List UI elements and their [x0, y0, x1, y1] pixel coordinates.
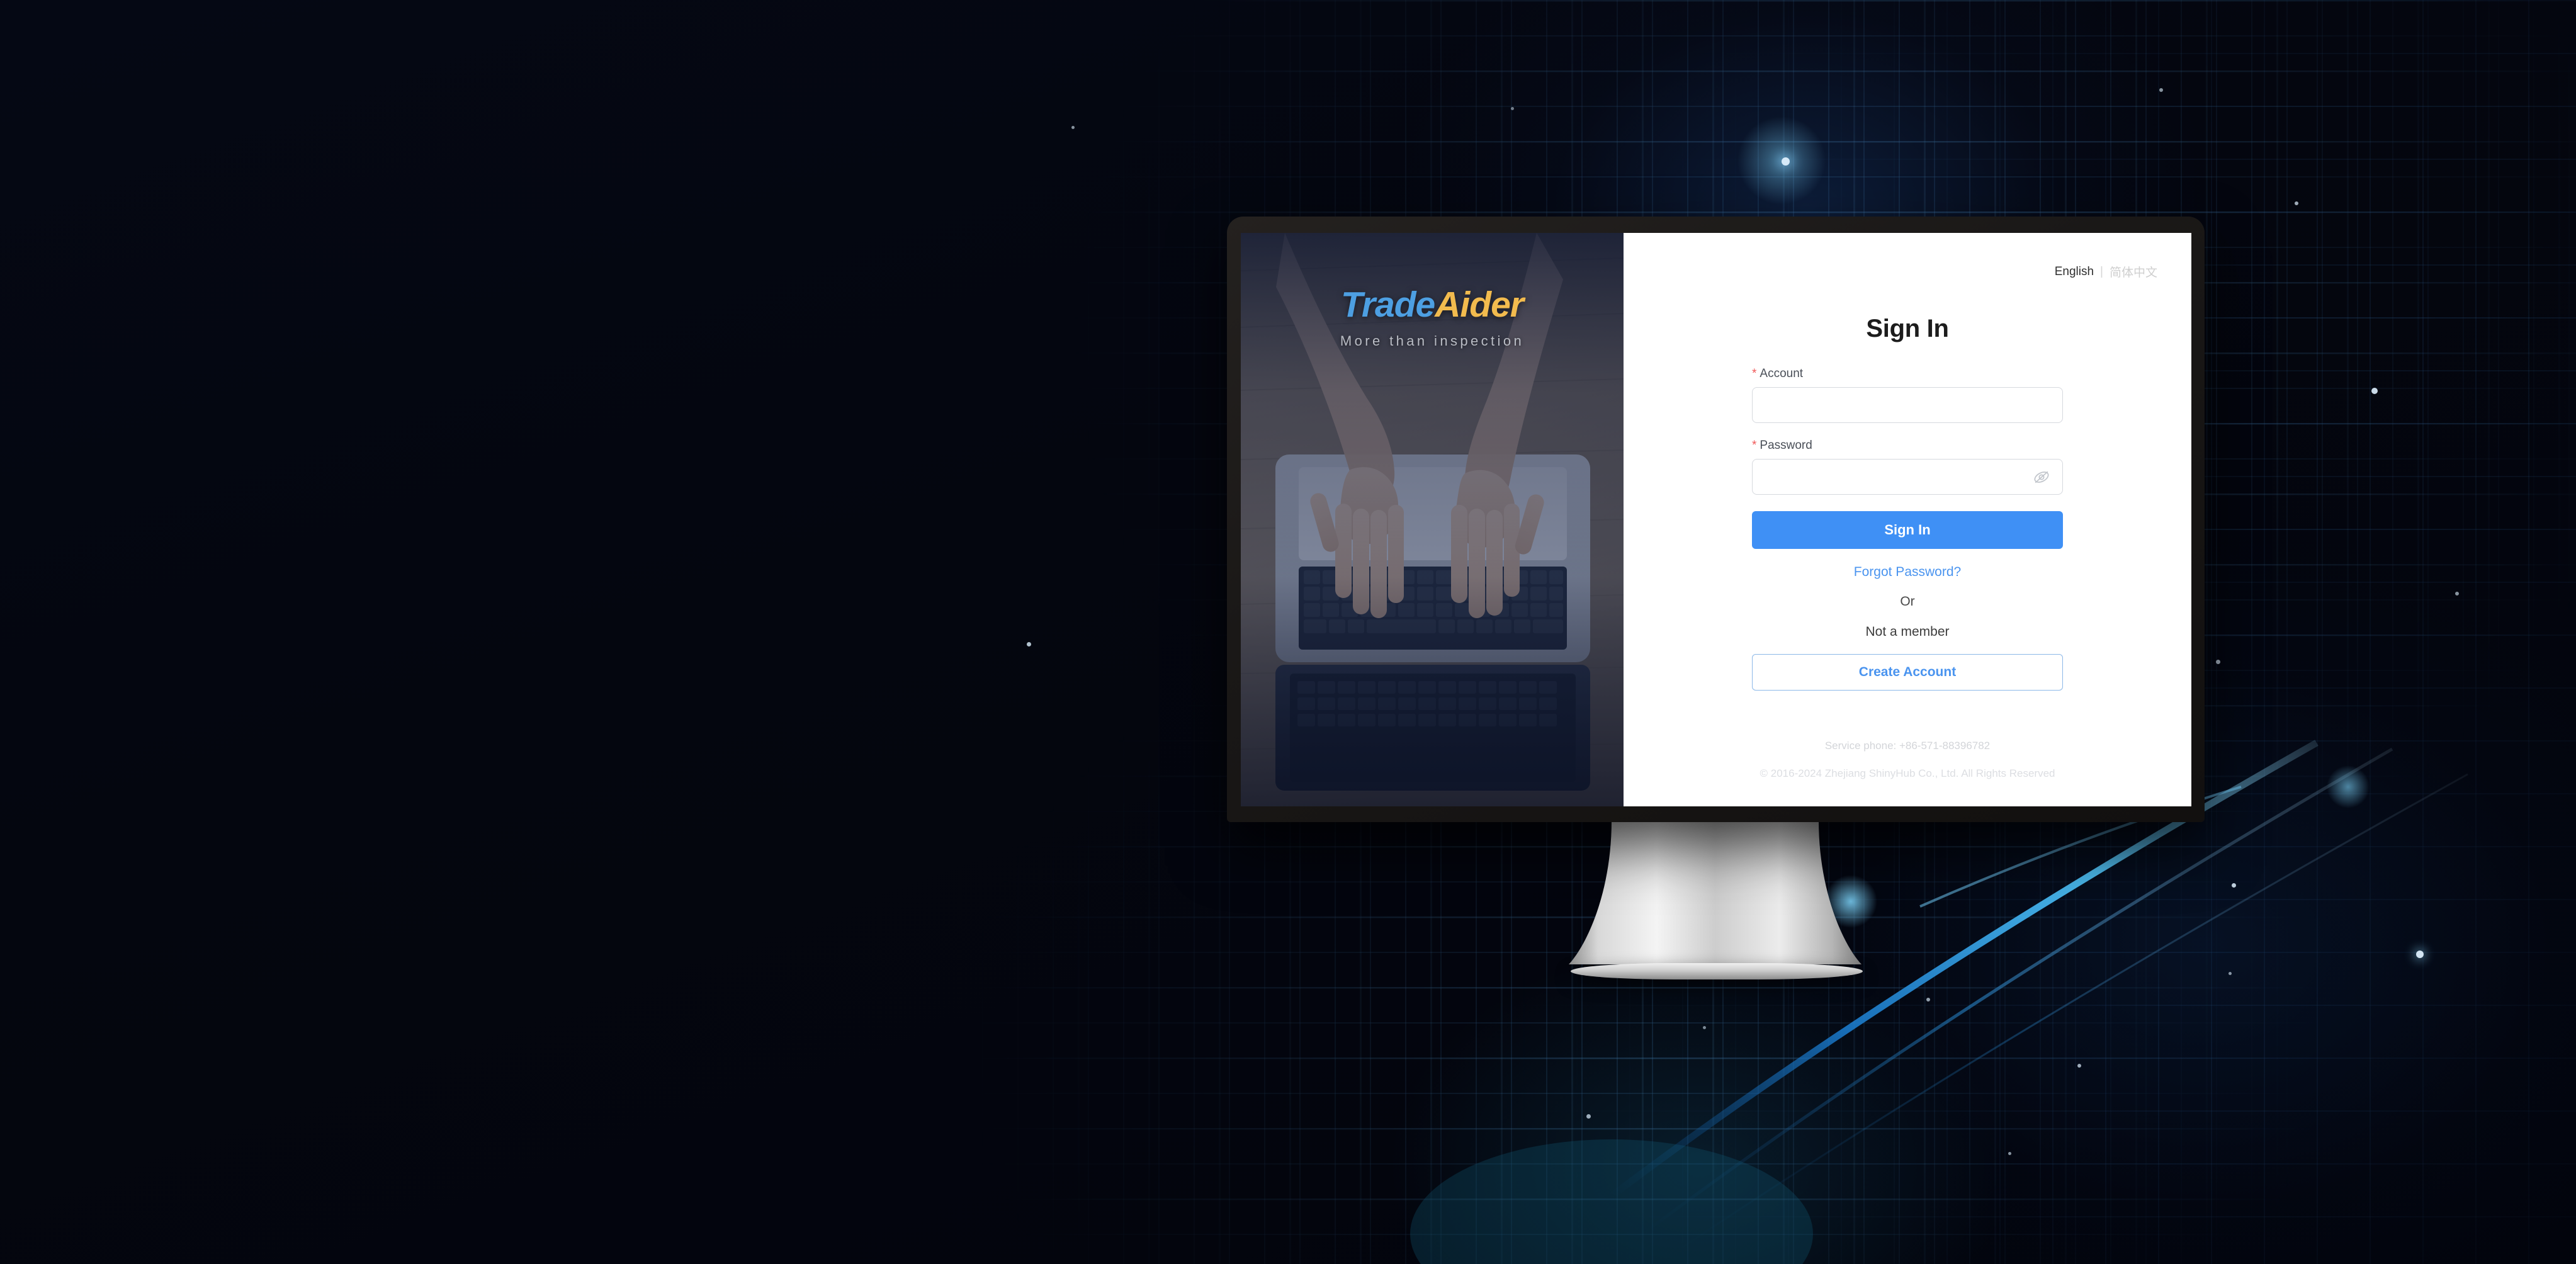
- copyright-text: © 2016-2024 Zhejiang ShinyHub Co., Ltd. …: [1760, 767, 2055, 780]
- password-label: * Password: [1752, 439, 2063, 453]
- brand-tagline: More than inspection: [1340, 333, 1525, 349]
- account-field-group: * Account: [1752, 367, 2063, 423]
- particle-dot: [1511, 107, 1514, 110]
- monitor-frame: TradeAider More than inspection English …: [1227, 217, 2205, 822]
- particle-dot: [2216, 660, 2220, 664]
- login-hero-panel: TradeAider More than inspection: [1241, 233, 1624, 806]
- particle-dot: [1027, 642, 1031, 646]
- eye-slash-icon[interactable]: [2031, 467, 2052, 487]
- particle-dot: [2008, 1152, 2011, 1155]
- login-form-panel: English | 简体中文 Sign In * Account * Passwor…: [1624, 233, 2191, 806]
- form-fields-group: * Account * Password: [1752, 367, 2063, 495]
- language-option-chinese[interactable]: 简体中文: [2110, 263, 2157, 280]
- language-option-english[interactable]: English: [2055, 265, 2094, 279]
- page-title: Sign In: [1866, 315, 1949, 342]
- account-input[interactable]: [1752, 387, 2063, 423]
- form-footer: Service phone: +86-571-88396782 © 2016-2…: [1624, 740, 2191, 780]
- particle-dot: [1926, 998, 1930, 1002]
- language-divider: |: [2100, 264, 2103, 278]
- particle-dot: [1703, 1026, 1706, 1029]
- password-input[interactable]: [1752, 459, 2063, 495]
- particle-dot: [2455, 592, 2459, 595]
- signin-button[interactable]: Sign In: [1752, 511, 2063, 549]
- account-label: * Account: [1752, 367, 2063, 381]
- password-label-text: Password: [1760, 439, 1812, 452]
- brand-lockup: TradeAider More than inspection: [1241, 287, 1624, 349]
- particle-dot: [2295, 201, 2298, 205]
- particle-dot: [1586, 1114, 1591, 1119]
- monitor-screen: TradeAider More than inspection English …: [1241, 233, 2191, 806]
- particle-dot: [1782, 157, 1790, 166]
- logo-text-trade: Trade: [1341, 285, 1435, 325]
- forgot-password-link[interactable]: Forgot Password?: [1624, 565, 2191, 580]
- particle-dot: [2159, 88, 2163, 92]
- monitor-stand-base: [1571, 963, 1863, 979]
- service-phone-text: Service phone: +86-571-88396782: [1824, 739, 1991, 752]
- create-account-button[interactable]: Create Account: [1752, 654, 2063, 691]
- particle-dot: [2232, 883, 2236, 888]
- language-switcher: English | 简体中文: [2055, 263, 2157, 280]
- account-input-wrap: [1752, 387, 2063, 423]
- or-separator-text: Or: [1900, 594, 1915, 609]
- logo-text-aider: Aider: [1435, 285, 1524, 325]
- tradeaider-logo: TradeAider: [1241, 287, 1624, 323]
- particle-dot: [2416, 951, 2424, 958]
- account-label-text: Account: [1760, 367, 1804, 380]
- particle-dot: [2077, 1064, 2081, 1068]
- particle-dot: [1071, 126, 1075, 129]
- password-field-group: * Password: [1752, 439, 2063, 495]
- particle-dot: [2371, 388, 2378, 394]
- not-a-member-text: Not a member: [1865, 624, 1950, 639]
- required-asterisk-icon: *: [1752, 439, 1757, 452]
- monitor-stand: [1569, 821, 1861, 964]
- signin-form: Sign In * Account * Password Sign In For…: [1624, 315, 2191, 691]
- password-input-wrap: [1752, 459, 2063, 495]
- particle-dot: [2229, 972, 2232, 975]
- required-asterisk-icon: *: [1752, 367, 1757, 380]
